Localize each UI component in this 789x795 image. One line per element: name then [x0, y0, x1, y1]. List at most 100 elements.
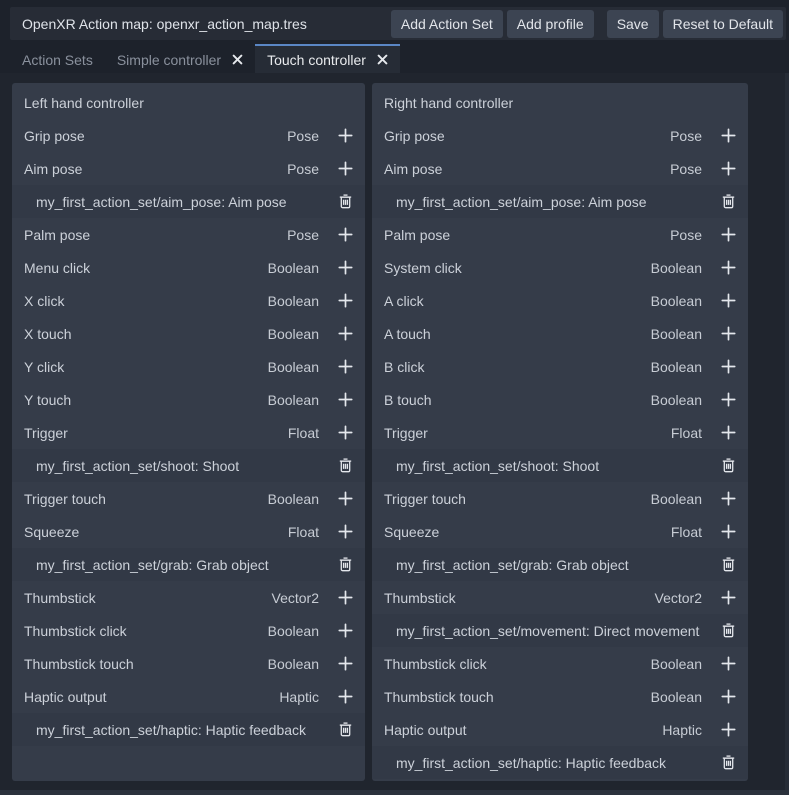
close-tab-button[interactable]	[232, 54, 243, 65]
action-type: Boolean	[268, 656, 319, 672]
add-binding-button[interactable]	[718, 487, 738, 511]
action-label: X click	[24, 293, 268, 309]
action-type: Vector2	[272, 590, 319, 606]
vertical-scrollbar[interactable]	[785, 73, 789, 790]
add-binding-button[interactable]	[335, 256, 355, 280]
action-label: A touch	[384, 326, 651, 342]
action-type: Float	[288, 524, 319, 540]
delete-binding-button[interactable]	[335, 718, 355, 742]
tab-touch-controller[interactable]: Touch controller	[255, 44, 400, 73]
action-type: Boolean	[268, 359, 319, 375]
plus-icon	[338, 623, 353, 638]
action-row-b-touch: B touchBoolean	[372, 383, 748, 416]
plus-icon	[721, 161, 736, 176]
delete-binding-button[interactable]	[335, 190, 355, 214]
action-row-squeeze: SqueezeFloat	[12, 515, 365, 548]
trash-icon	[722, 194, 735, 209]
tab-bar: Action SetsSimple controllerTouch contro…	[10, 44, 785, 73]
add-binding-button[interactable]	[335, 619, 355, 643]
add-binding-button[interactable]	[335, 586, 355, 610]
plus-icon	[338, 359, 353, 374]
delete-binding-button[interactable]	[335, 553, 355, 577]
delete-binding-button[interactable]	[718, 751, 738, 775]
action-label: B click	[384, 359, 651, 375]
add-binding-button[interactable]	[718, 586, 738, 610]
binding-row: my_first_action_set/grab: Grab object	[372, 548, 748, 581]
add-binding-button[interactable]	[718, 124, 738, 148]
add-binding-button[interactable]	[335, 520, 355, 544]
add-binding-button[interactable]	[335, 421, 355, 445]
binding-label: my_first_action_set/shoot: Shoot	[396, 458, 718, 474]
add-binding-button[interactable]	[718, 718, 738, 742]
add-binding-button[interactable]	[718, 157, 738, 181]
add-binding-button[interactable]	[718, 388, 738, 412]
add-profile-button[interactable]: Add profile	[507, 10, 594, 38]
action-label: Thumbstick click	[24, 623, 268, 639]
add-binding-button[interactable]	[335, 124, 355, 148]
trash-icon	[339, 557, 352, 572]
binding-row: my_first_action_set/aim_pose: Aim pose	[372, 185, 748, 218]
action-type: Boolean	[268, 491, 319, 507]
add-binding-button[interactable]	[335, 685, 355, 709]
add-binding-button[interactable]	[718, 421, 738, 445]
add-binding-button[interactable]	[335, 652, 355, 676]
tab-action-sets[interactable]: Action Sets	[10, 44, 105, 73]
plus-icon	[721, 326, 736, 341]
add-binding-button[interactable]	[718, 520, 738, 544]
plus-icon	[338, 524, 353, 539]
horizontal-scrollbar[interactable]	[0, 790, 789, 795]
action-label: Trigger	[24, 425, 288, 441]
action-row-grip-pose: Grip posePose	[12, 119, 365, 152]
delete-binding-button[interactable]	[718, 454, 738, 478]
plus-icon	[338, 128, 353, 143]
add-binding-button[interactable]	[718, 322, 738, 346]
add-action-set-button[interactable]: Add Action Set	[391, 10, 503, 38]
plus-icon	[721, 689, 736, 704]
add-binding-button[interactable]	[335, 487, 355, 511]
close-tab-button[interactable]	[377, 54, 388, 65]
add-binding-button[interactable]	[335, 355, 355, 379]
delete-binding-button[interactable]	[718, 190, 738, 214]
action-label: Trigger touch	[24, 491, 268, 507]
add-binding-button[interactable]	[718, 355, 738, 379]
add-binding-button[interactable]	[335, 157, 355, 181]
add-binding-button[interactable]	[718, 256, 738, 280]
action-type: Float	[288, 425, 319, 441]
add-binding-button[interactable]	[335, 289, 355, 313]
plus-icon	[338, 293, 353, 308]
action-label: Grip pose	[24, 128, 287, 144]
add-binding-button[interactable]	[718, 652, 738, 676]
trash-icon	[339, 194, 352, 209]
add-binding-button[interactable]	[335, 388, 355, 412]
action-label: Y touch	[24, 392, 268, 408]
action-type: Vector2	[655, 590, 702, 606]
plus-icon	[338, 689, 353, 704]
save-button[interactable]: Save	[607, 10, 659, 38]
panel-left-hand-controller: Left hand controllerGrip posePoseAim pos…	[12, 83, 365, 781]
action-row-trigger: TriggerFloat	[12, 416, 365, 449]
action-row-thumbstick-click: Thumbstick clickBoolean	[372, 647, 748, 680]
add-binding-button[interactable]	[335, 322, 355, 346]
action-label: Thumbstick touch	[384, 689, 651, 705]
add-binding-button[interactable]	[335, 223, 355, 247]
toolbar-buttons: Add Action SetAdd profile SaveReset to De…	[387, 10, 783, 38]
delete-binding-button[interactable]	[718, 553, 738, 577]
action-row-thumbstick-click: Thumbstick clickBoolean	[12, 614, 365, 647]
action-label: Haptic output	[384, 722, 662, 738]
binding-row: my_first_action_set/aim_pose: Aim pose	[12, 185, 365, 218]
action-type: Boolean	[651, 689, 702, 705]
action-label: Palm pose	[24, 227, 287, 243]
action-type: Boolean	[268, 392, 319, 408]
add-binding-button[interactable]	[718, 685, 738, 709]
reset-to-default-button[interactable]: Reset to Default	[663, 10, 783, 38]
action-label: X touch	[24, 326, 268, 342]
binding-row: my_first_action_set/shoot: Shoot	[12, 449, 365, 482]
add-binding-button[interactable]	[718, 223, 738, 247]
add-binding-button[interactable]	[718, 289, 738, 313]
tab-simple-controller[interactable]: Simple controller	[105, 44, 255, 73]
plus-icon	[721, 392, 736, 407]
close-icon	[232, 54, 243, 65]
delete-binding-button[interactable]	[335, 454, 355, 478]
delete-binding-button[interactable]	[718, 619, 738, 643]
action-row-thumbstick-touch: Thumbstick touchBoolean	[372, 680, 748, 713]
